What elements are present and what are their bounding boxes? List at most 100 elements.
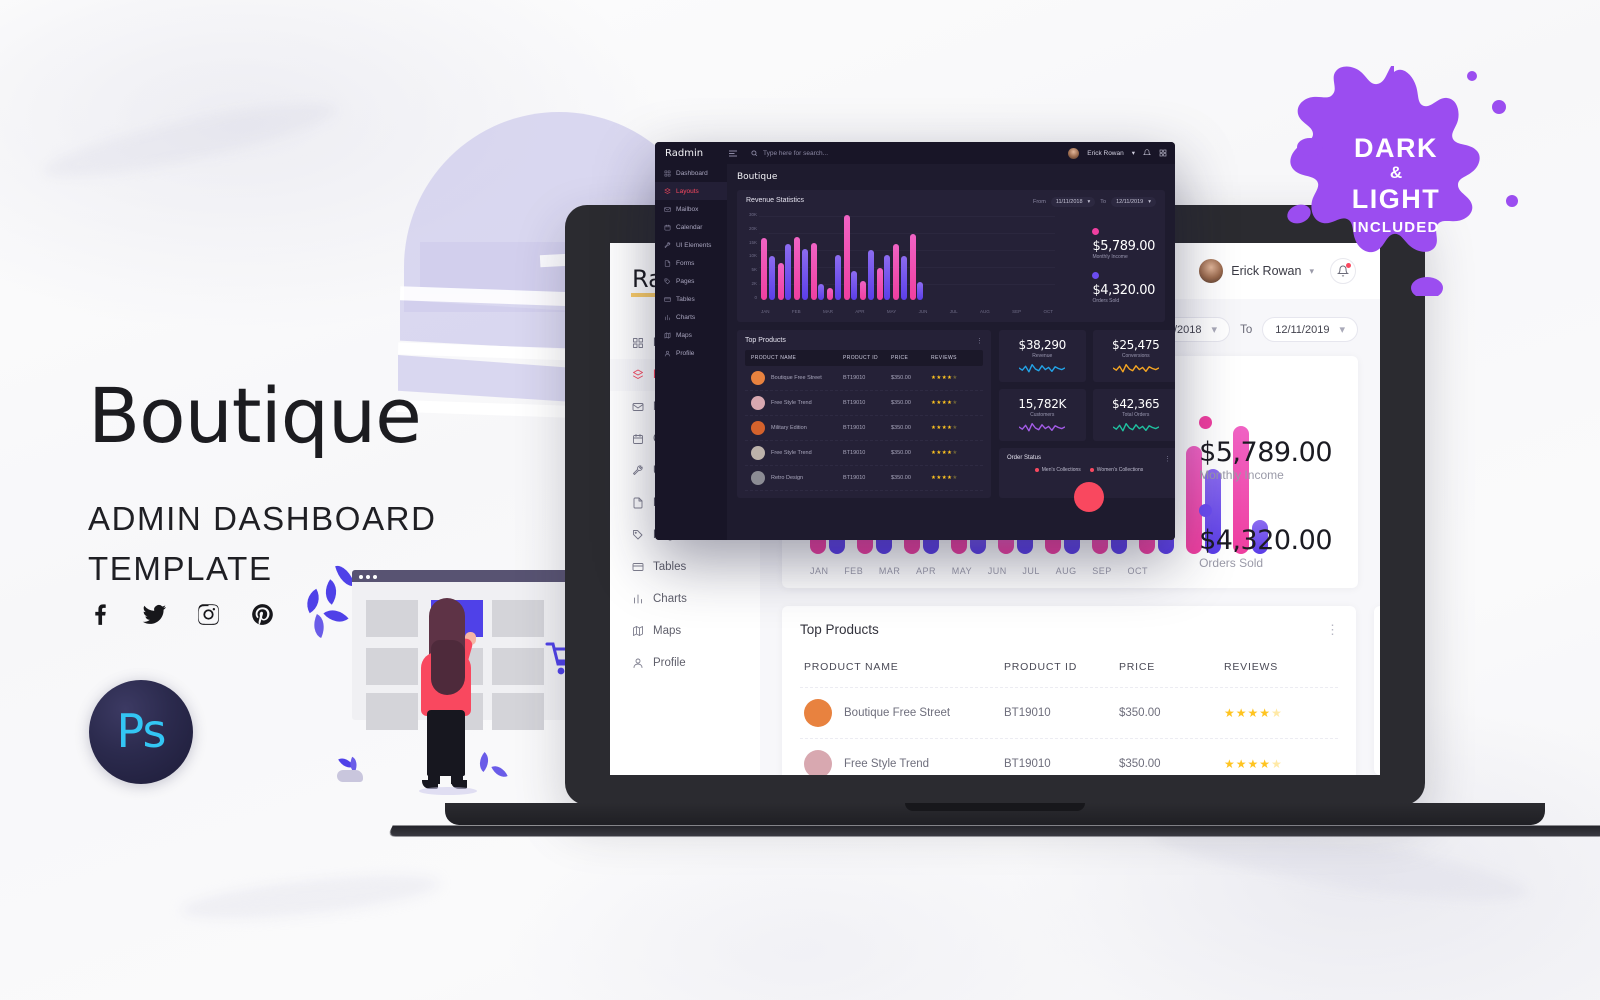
dark-sidebar-item-ui-elements[interactable]: UI Elements — [655, 236, 727, 254]
col-price: PRICE — [1119, 661, 1156, 673]
bar-monthly-income-apr — [810, 243, 817, 300]
pinterest-icon[interactable] — [250, 602, 275, 632]
marble-vein — [178, 866, 442, 928]
date-to-select[interactable]: 12/11/2019 ▾ — [1111, 197, 1156, 207]
product-id: BT19010 — [843, 375, 866, 381]
bar-group-apr — [810, 243, 824, 300]
badge-line-included: INCLUDED — [1352, 218, 1440, 236]
product-avatar — [804, 699, 832, 727]
dark-sidebar-item-tables[interactable]: Tables — [655, 290, 727, 308]
table-row[interactable]: Retro Design BT19010 $350.00 ★★★★★ — [745, 466, 983, 491]
order-status-donut — [1074, 482, 1104, 512]
product-id: BT19010 — [843, 425, 866, 431]
x-tick-oct: OCT — [1043, 309, 1053, 314]
dark-sidebar-item-maps[interactable]: Maps — [655, 326, 727, 344]
sidebar-item-profile[interactable]: Profile — [610, 647, 760, 679]
sidebar-item-label: UI Elements — [676, 241, 712, 249]
monthly-income-label: Monthly Income — [1092, 254, 1128, 260]
calendar-icon — [664, 224, 671, 230]
y-tick-0: 0 — [754, 294, 757, 300]
bar-orders-sold-may — [834, 255, 841, 300]
dark-bar-chart — [761, 212, 1053, 300]
monthly-income-value: $5,789.00 — [1092, 239, 1155, 254]
date-from-label: From — [1032, 199, 1046, 205]
dark-dashboard-panel: Radmin Type here for search... Erick Row… — [655, 142, 1175, 540]
search-box[interactable]: Type here for search... — [751, 150, 828, 157]
dark-sidebar-item-forms[interactable]: Forms — [655, 254, 727, 272]
sidebar-item-maps[interactable]: Maps — [610, 615, 760, 647]
bell-icon[interactable] — [1143, 149, 1151, 157]
star-rating: ★★★★★ — [1224, 706, 1283, 720]
stats-grid: $38,290Revenue$25,475Conversions15,782KC… — [1374, 606, 1380, 775]
x-tick-oct: OCT — [1127, 566, 1148, 576]
dark-sidebar-item-mailbox[interactable]: Mailbox — [655, 200, 727, 218]
table-row[interactable]: Free Style Trend BT19010 $350.00 ★★★★★ — [745, 441, 983, 466]
bar-monthly-income-jun — [843, 215, 850, 300]
shopper-figure — [415, 592, 477, 795]
product-id: BT19010 — [1004, 707, 1051, 719]
dark-top-products-card: Top Products ⋮ PRODUCT NAME PRODUCT ID P… — [737, 330, 991, 498]
user-name[interactable]: Erick Rowan — [1087, 150, 1123, 157]
table-row[interactable]: Boutique Free Street BT19010 $350.00 ★★★★★ — [745, 366, 983, 391]
product-tile — [366, 600, 418, 637]
date-from-select[interactable]: 11/11/2018 ▾ — [1050, 197, 1096, 207]
x-tick-may: MAY — [886, 309, 897, 314]
sparkline — [1019, 423, 1066, 432]
bar-orders-sold-jun — [851, 271, 857, 300]
product-avatar — [751, 421, 765, 435]
instagram-icon[interactable] — [196, 602, 221, 632]
product-avatar — [751, 446, 765, 460]
dark-stats-grid: $38,290 Revenue $25,475 Conversions 15,782K C… — [999, 330, 1175, 441]
facebook-icon[interactable] — [88, 602, 113, 632]
product-reviews: ★★★★★ — [931, 475, 977, 481]
sidebar-item-label: Tables — [676, 295, 695, 303]
dark-topbar: Radmin Type here for search... Erick Row… — [655, 142, 1175, 164]
top-products-card: Top Products ⋮ PRODUCT NAME PRODUCT ID P… — [782, 606, 1356, 775]
top-products-title: Top Products — [800, 622, 879, 637]
shopping-illustration — [300, 560, 621, 800]
sidebar-item-charts[interactable]: Charts — [610, 583, 760, 615]
table-row[interactable]: Military Edition BT19010 $350.00 ★★★★★ — [745, 416, 983, 441]
col-reviews: REVIEWS — [1224, 661, 1279, 673]
dark-sidebar-item-pages[interactable]: Pages — [655, 272, 727, 290]
date-to-select[interactable]: 12/11/2019 ▾ — [1262, 317, 1358, 342]
dark-sidebar-item-dashboard[interactable]: Dashboard — [655, 164, 727, 182]
dark-light-badge: DARK & LIGHT INCLUDED — [1272, 66, 1520, 296]
chevron-down-icon: ▾ — [1339, 324, 1345, 336]
user-icon — [633, 658, 643, 668]
card-menu-icon[interactable]: ⋮ — [1326, 622, 1340, 638]
star-rating: ★★★★★ — [931, 425, 958, 431]
table-row[interactable]: Free Style Trend BT19010 $350.00 ★★★★★ — [800, 738, 1338, 775]
twitter-icon[interactable] — [142, 602, 167, 632]
search-icon — [751, 149, 758, 156]
stat-value: 15,782K — [1018, 397, 1067, 411]
subtitle-line-1: ADMIN DASHBOARD — [88, 500, 437, 537]
menu-toggle-icon[interactable] — [729, 150, 737, 157]
card-menu-icon[interactable]: ⋮ — [976, 337, 983, 345]
product-reviews: ★★★★★ — [931, 450, 977, 456]
table-row[interactable]: Free Style Trend BT19010 $350.00 ★★★★★ — [745, 391, 983, 416]
product-tile — [492, 600, 544, 637]
dark-app-logo[interactable]: Radmin — [655, 148, 727, 159]
dark-sidebar-item-layouts[interactable]: Layouts — [655, 182, 727, 200]
dark-sidebar-item-charts[interactable]: Charts — [655, 308, 727, 326]
legend-dot-orders — [1199, 504, 1213, 517]
date-to-value: 12/11/2019 — [1275, 323, 1330, 336]
star-rating: ★★★★★ — [931, 375, 958, 381]
x-tick-mar: MAR — [822, 309, 833, 314]
bar-orders-sold-mar — [801, 249, 808, 300]
file-icon — [664, 259, 671, 267]
card-menu-icon[interactable]: ⋮ — [1164, 455, 1171, 463]
dark-sidebar-item-profile[interactable]: Profile — [655, 344, 727, 362]
grid-apps-icon[interactable] — [1159, 149, 1167, 157]
table-row[interactable]: Boutique Free Street BT19010 $350.00 ★★★★★ — [800, 687, 1338, 738]
promo-copy: Boutique ADMIN DASHBOARD TEMPLATE — [85, 378, 518, 588]
sidebar-item-tables[interactable]: Tables — [610, 551, 760, 583]
orders-sold-label: Orders Sold — [1199, 556, 1264, 570]
sidebar-item-label: Mailbox — [676, 205, 699, 213]
y-tick-15K: 15K — [748, 239, 757, 245]
dark-sidebar-item-calendar[interactable]: Calendar — [655, 218, 727, 236]
sidebar-item-label: Charts — [676, 313, 696, 321]
bar-monthly-income-jul — [860, 281, 866, 300]
avatar — [1068, 147, 1080, 159]
